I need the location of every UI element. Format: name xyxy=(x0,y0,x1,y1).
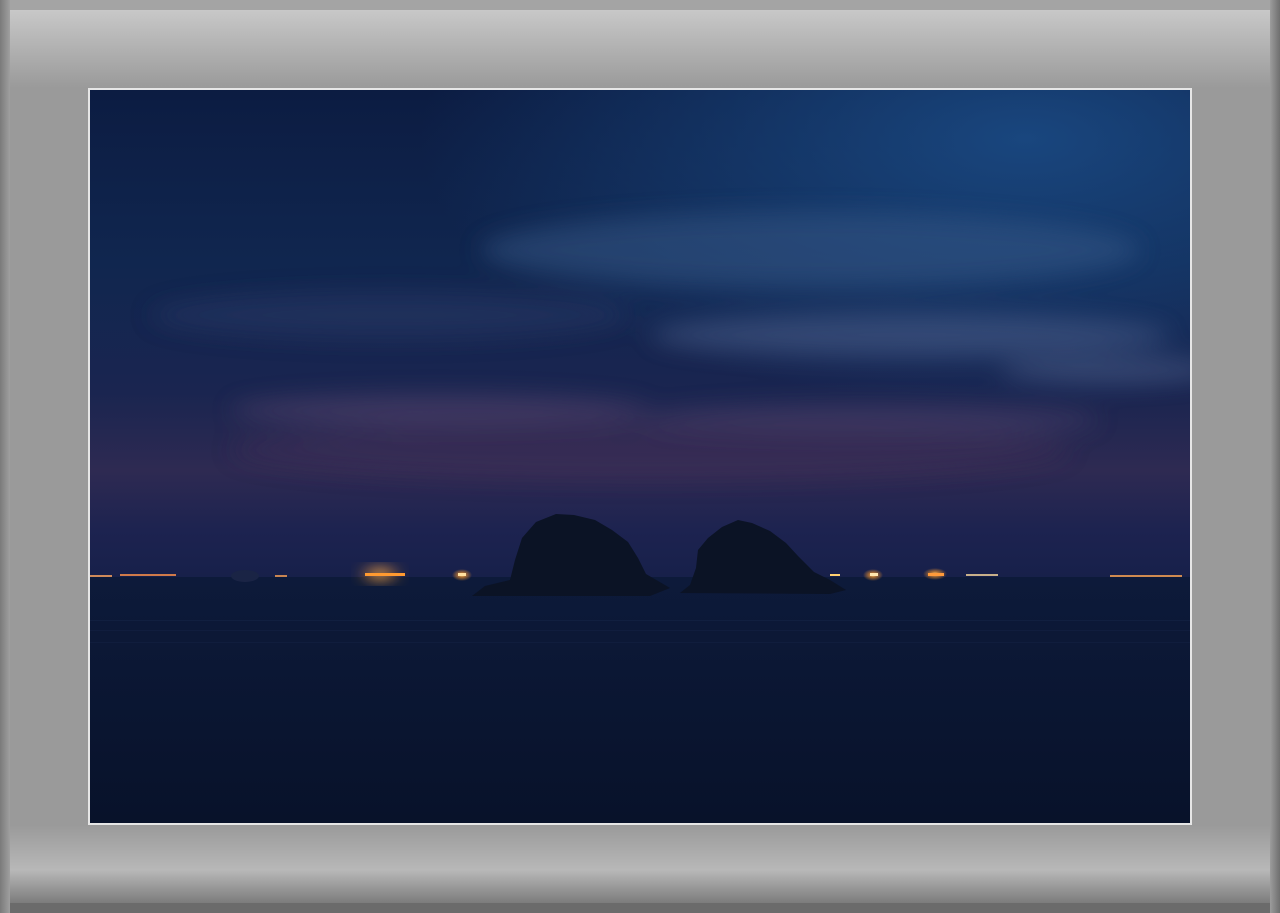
picture-frame xyxy=(0,0,1280,913)
frame-edge-top xyxy=(0,0,1280,10)
frame-edge-bottom xyxy=(0,903,1280,913)
frame-edge-left xyxy=(0,0,10,913)
small-distant-island xyxy=(231,570,259,582)
sea xyxy=(90,577,1190,823)
frame-edge-right xyxy=(1270,0,1280,913)
photo xyxy=(88,88,1192,825)
night-seascape-image xyxy=(90,90,1190,823)
